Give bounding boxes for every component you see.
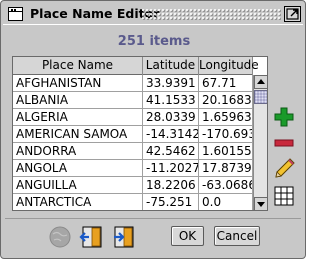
latitude-cell[interactable]: 33.9391 [143,75,199,92]
vertical-scrollbar[interactable] [253,75,267,210]
items-count-label: 251 items [117,34,191,49]
plus-icon [274,107,294,127]
longitude-cell[interactable]: 17.8739 [199,160,253,177]
maximize-icon [286,8,299,20]
place-name-cell[interactable]: AFGHANISTAN [13,75,143,92]
export-button[interactable] [111,224,137,250]
table-row[interactable]: ALGERIA 28.0339 1.65963 [13,109,253,126]
window-title: Place Name Editor [30,6,160,21]
latitude-cell[interactable]: 41.1533 [143,92,199,109]
window-icon [8,7,23,21]
scroll-thumb[interactable] [254,90,267,104]
add-place-button[interactable] [272,105,296,129]
table-row[interactable]: AMERICAN SAMOA -14.3142 -170.693 [13,126,253,143]
longitude-cell[interactable]: 1.60155 [199,143,253,160]
table-row[interactable]: ALBANIA 41.1533 20.1683 [13,92,253,109]
globe-icon [49,226,71,248]
title-bar[interactable]: Place Name Editor [3,3,303,25]
column-header-longitude[interactable]: Longitude [199,57,259,75]
latitude-cell[interactable]: -11.2027 [143,160,199,177]
place-name-cell[interactable]: ALBANIA [13,92,143,109]
table-view-button[interactable] [272,184,296,208]
table-row[interactable]: AFGHANISTAN 33.9391 67.71 [13,75,253,92]
ok-button[interactable]: OK [171,226,204,246]
grid-icon [274,186,294,206]
place-name-cell[interactable]: ANDORRA [13,143,143,160]
column-header-place-name[interactable]: Place Name [13,57,143,75]
export-icon [114,226,134,248]
latitude-cell[interactable]: 18.2206 [143,177,199,194]
table-row[interactable]: ANGOLA -11.2027 17.8739 [13,160,253,177]
table-header: Place Name Latitude Longitude [13,57,259,75]
latitude-cell[interactable]: 42.5462 [143,143,199,160]
table-row[interactable]: ANTARCTICA -75.251 0.0 [13,194,253,210]
place-names-table: Place Name Latitude Longitude AFGHANISTA… [12,56,268,211]
place-name-editor-window: Place Name Editor 251 items Place Name L… [0,0,306,259]
latitude-cell[interactable]: 28.0339 [143,109,199,126]
place-name-cell[interactable]: ANGOLA [13,160,143,177]
place-name-cell[interactable]: AMERICAN SAMOA [13,126,143,143]
remove-place-button[interactable] [272,131,296,155]
edit-place-button[interactable] [272,157,296,181]
place-name-cell[interactable]: ANGUILLA [13,177,143,194]
minus-icon [274,139,294,147]
longitude-cell[interactable]: -170.693 [199,126,253,143]
latitude-cell[interactable]: -75.251 [143,194,199,210]
import-icon [79,226,102,248]
longitude-cell[interactable]: 67.71 [199,75,253,92]
scroll-down-button[interactable] [254,197,267,210]
longitude-cell[interactable]: -63.0686 [199,177,253,194]
import-button[interactable] [79,224,105,250]
pencil-icon [275,158,295,178]
button-bar: OK Cancel [5,218,301,254]
place-name-cell[interactable]: ANTARCTICA [13,194,143,210]
arrow-down-icon [257,202,265,207]
longitude-cell[interactable]: 0.0 [199,194,253,210]
column-header-latitude[interactable]: Latitude [143,57,199,75]
longitude-cell[interactable]: 1.65963 [199,109,253,126]
longitude-cell[interactable]: 20.1683 [199,92,253,109]
title-bar-grip [141,8,281,20]
maximize-button[interactable] [284,6,301,22]
place-name-cell[interactable]: ALGERIA [13,109,143,126]
table-row[interactable]: ANGUILLA 18.2206 -63.0686 [13,177,253,194]
table-row[interactable]: ANDORRA 42.5462 1.60155 [13,143,253,160]
latitude-cell[interactable]: -14.3142 [143,126,199,143]
arrow-up-icon [257,79,265,84]
scroll-up-button[interactable] [254,75,267,89]
cancel-button[interactable]: Cancel [214,226,260,246]
globe-button[interactable] [47,224,73,250]
